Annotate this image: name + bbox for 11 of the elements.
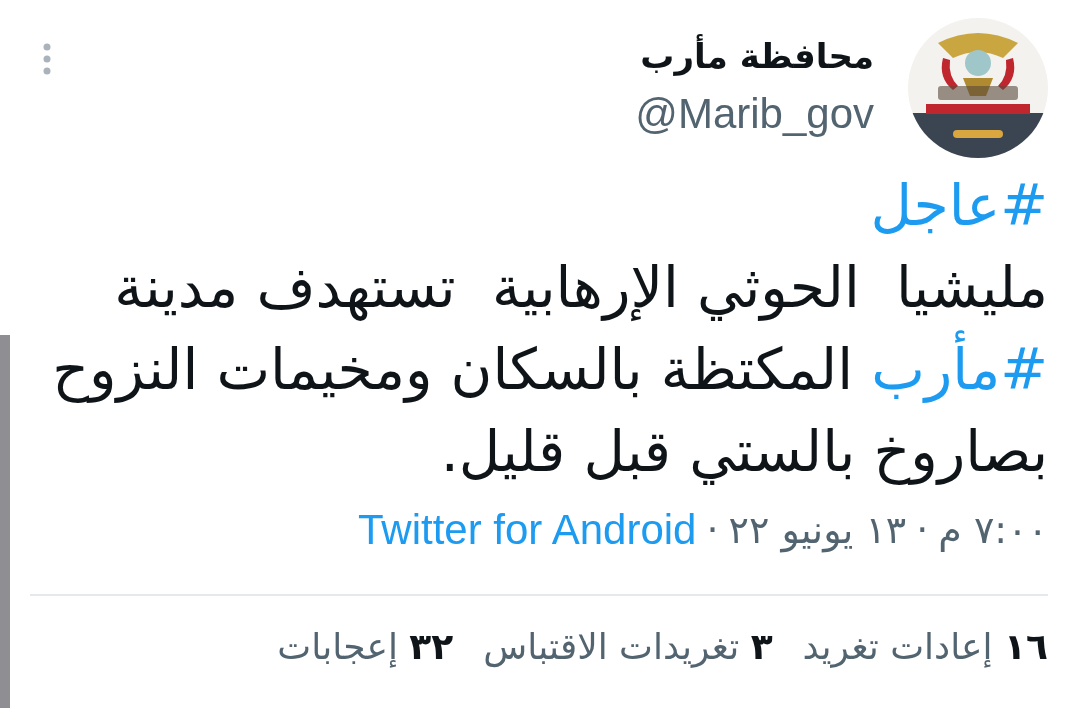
separator-dot: · bbox=[916, 508, 929, 552]
engagement-stat[interactable]: ١٦ إعادات تغريد bbox=[802, 626, 1048, 667]
tweet-text: #عاجل مليشيا الحوثي الإرهابية تستهدف مدينة #مأرب المكتظة بالسكان ومخيمات النزوح بصاروخ بالستي قبل قليل. bbox=[30, 164, 1048, 492]
author-name[interactable]: محافظة مأرب bbox=[635, 36, 874, 76]
author-handle[interactable]: @Marib_gov bbox=[635, 90, 874, 138]
tweet-time: ٧:٠٠ م bbox=[938, 508, 1048, 552]
more-options-icon[interactable] bbox=[42, 42, 52, 76]
tweet-date: ١٣ يونيو ٢٢ bbox=[728, 508, 907, 552]
engagement-stat[interactable]: ٣ تغريدات الاقتباس bbox=[483, 626, 773, 667]
separator-dot: · bbox=[706, 508, 719, 552]
engagement-stat[interactable]: ٣٢ إعجابات bbox=[277, 626, 454, 667]
